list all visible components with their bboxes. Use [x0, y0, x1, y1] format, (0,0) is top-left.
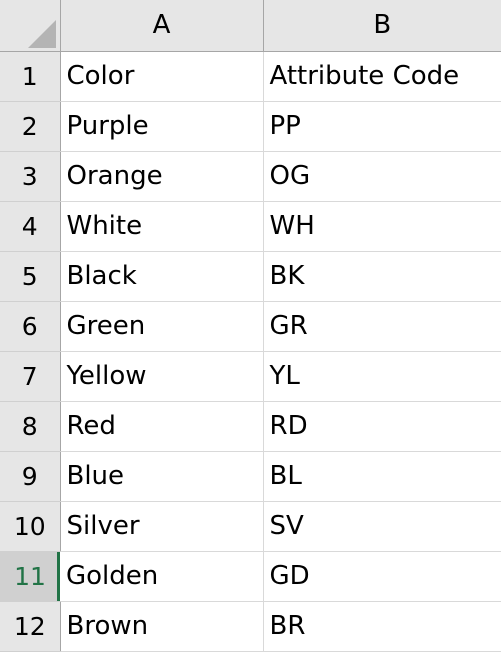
worksheet-table: A B 1 Color Attribute Code 2 Purple PP 3 Orange…: [0, 0, 501, 652]
table-row: 6 Green GR: [0, 301, 501, 352]
table-row: 2 Purple PP: [0, 101, 501, 152]
table-row: 11 Golden GD: [0, 551, 501, 602]
cell-B11[interactable]: GD: [263, 551, 501, 602]
cell-A4[interactable]: White: [60, 201, 264, 252]
row-header-7[interactable]: 7: [0, 351, 61, 402]
spreadsheet-grid: A B 1 Color Attribute Code 2 Purple PP 3 Orange…: [0, 0, 501, 654]
table-row: 8 Red RD: [0, 401, 501, 452]
cell-A1[interactable]: Color: [60, 51, 264, 102]
table-row: 4 White WH: [0, 201, 501, 252]
cell-B10[interactable]: SV: [263, 501, 501, 552]
cell-B6[interactable]: GR: [263, 301, 501, 352]
table-row: 9 Blue BL: [0, 451, 501, 502]
cell-A12[interactable]: Brown: [60, 601, 264, 652]
column-header-b[interactable]: B: [263, 0, 501, 52]
table-row: 10 Silver SV: [0, 501, 501, 552]
row-header-9[interactable]: 9: [0, 451, 61, 502]
row-header-8[interactable]: 8: [0, 401, 61, 452]
cell-B1[interactable]: Attribute Code: [263, 51, 501, 102]
row-header-3[interactable]: 3: [0, 151, 61, 202]
cell-A2[interactable]: Purple: [60, 101, 264, 152]
cell-B12[interactable]: BR: [263, 601, 501, 652]
row-header-10[interactable]: 10: [0, 501, 61, 552]
row-header-2[interactable]: 2: [0, 101, 61, 152]
table-row: 5 Black BK: [0, 251, 501, 302]
table-row: 1 Color Attribute Code: [0, 51, 501, 102]
cell-B9[interactable]: BL: [263, 451, 501, 502]
cell-B4[interactable]: WH: [263, 201, 501, 252]
column-header-row: A B: [0, 0, 501, 52]
cell-A11[interactable]: Golden: [60, 551, 264, 602]
cell-A6[interactable]: Green: [60, 301, 264, 352]
cell-A5[interactable]: Black: [60, 251, 264, 302]
cell-A3[interactable]: Orange: [60, 151, 264, 202]
cell-A9[interactable]: Blue: [60, 451, 264, 502]
table-row: 3 Orange OG: [0, 151, 501, 202]
cell-B2[interactable]: PP: [263, 101, 501, 152]
cell-A10[interactable]: Silver: [60, 501, 264, 552]
cell-B5[interactable]: BK: [263, 251, 501, 302]
row-header-1[interactable]: 1: [0, 51, 61, 102]
cell-A8[interactable]: Red: [60, 401, 264, 452]
row-header-11[interactable]: 11: [0, 551, 60, 602]
table-row: 12 Brown BR: [0, 601, 501, 652]
row-header-12[interactable]: 12: [0, 601, 61, 652]
row-header-4[interactable]: 4: [0, 201, 61, 252]
worksheet-body: 1 Color Attribute Code 2 Purple PP 3 Orange OG 4 W…: [0, 51, 501, 652]
cell-B8[interactable]: RD: [263, 401, 501, 452]
row-header-6[interactable]: 6: [0, 301, 61, 352]
select-all-button[interactable]: [0, 0, 61, 52]
table-row: 7 Yellow YL: [0, 351, 501, 402]
row-header-5[interactable]: 5: [0, 251, 61, 302]
cell-B7[interactable]: YL: [263, 351, 501, 402]
select-all-triangle-icon: [27, 19, 56, 48]
cell-A7[interactable]: Yellow: [60, 351, 264, 402]
cell-B3[interactable]: OG: [263, 151, 501, 202]
column-header-a[interactable]: A: [60, 0, 264, 52]
